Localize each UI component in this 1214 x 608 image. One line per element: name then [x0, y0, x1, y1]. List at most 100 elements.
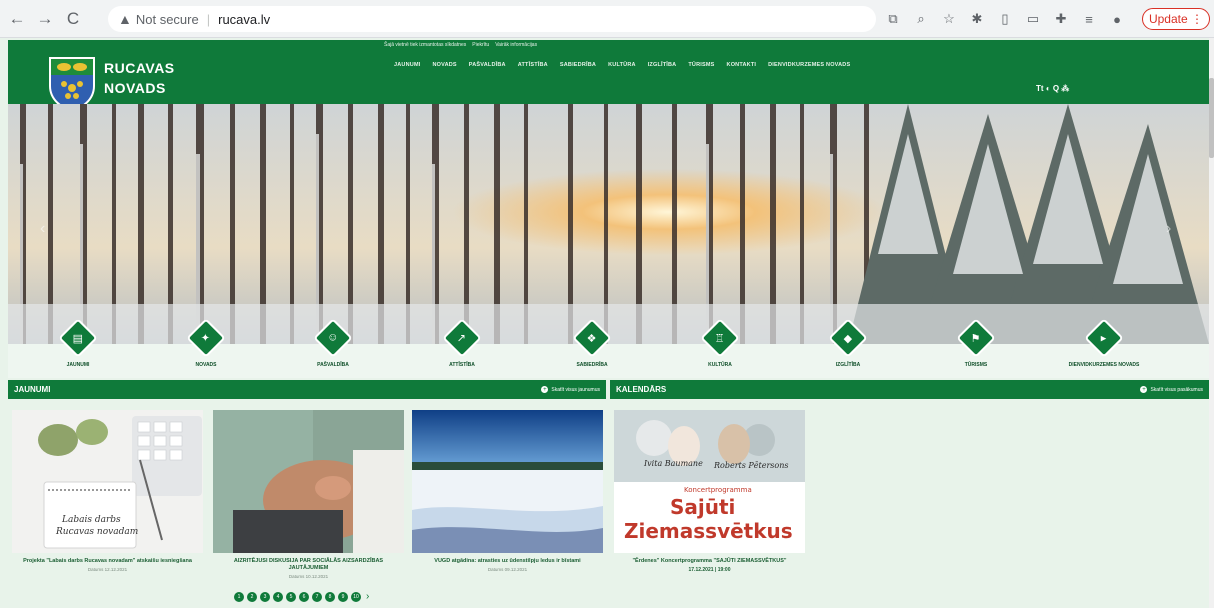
- poster-big-line1: Sajūti: [670, 495, 735, 519]
- news-card-image: Labais darbs Rucavas novadam: [12, 410, 203, 553]
- nav-item[interactable]: TŪRISMS: [688, 62, 714, 68]
- back-arrow-icon[interactable]: ←: [6, 8, 28, 30]
- scrollbar-thumb[interactable]: [1209, 78, 1214, 158]
- page-dot[interactable]: 9: [338, 591, 348, 602]
- map-icon: ✦: [186, 318, 226, 358]
- category-label: NOVADS: [195, 362, 217, 368]
- site-header: Šajā vietnē tiek izmantotas sīkdatnes Pi…: [8, 40, 1209, 112]
- lighthouse-icon: ⚑: [956, 318, 996, 358]
- accessibility-tools[interactable]: Tt ◐ Q ⁂: [1036, 84, 1069, 93]
- nav-item[interactable]: DIENVIDKURZEMES NOVADS: [768, 62, 850, 68]
- update-button[interactable]: Update ⋮: [1142, 8, 1210, 30]
- people-icon: ☺: [313, 318, 353, 358]
- page-dot[interactable]: 5: [286, 591, 296, 602]
- omnibox-divider: |: [206, 11, 211, 27]
- news-see-all-link[interactable]: + Skatīt visus jaunumus: [541, 386, 600, 393]
- growth-icon: ↗: [442, 318, 482, 358]
- reader-icon[interactable]: ▯: [996, 8, 1014, 30]
- nav-item[interactable]: ATTĪSTĪBA: [518, 62, 548, 68]
- calendar-card-date: 17.12.2021 | 19:00: [688, 567, 731, 573]
- forward-arrow-icon[interactable]: →: [34, 8, 56, 30]
- nav-item[interactable]: PAŠVALDĪBA: [469, 62, 506, 68]
- page-dot[interactable]: 7: [312, 591, 322, 602]
- lantern-icon: ♖: [700, 318, 740, 358]
- page-dot[interactable]: 3: [260, 591, 270, 602]
- news-card-title: AIZRITĒJUSI DISKUSIJA PAR SOCIĀLĀS AIZSA…: [233, 558, 384, 571]
- hero-slideshow[interactable]: ‹ ›: [8, 104, 1209, 344]
- puzzle-icon[interactable]: ✚: [1052, 8, 1070, 30]
- news-card[interactable]: AIZRITĒJUSI DISKUSIJA PAR SOCIĀLĀS AIZSA…: [213, 410, 404, 579]
- page-scrollbar[interactable]: [1209, 38, 1214, 608]
- calendar-see-all-link[interactable]: + Skatīt visus pasākumus: [1140, 386, 1203, 393]
- news-card-title: Projekta "Labais darbs Rucavas novadam" …: [23, 558, 192, 564]
- cookie-accept-link[interactable]: Piekrītu: [472, 42, 489, 48]
- graduation-cap-icon: ◆: [828, 318, 868, 358]
- poster-subtitle: Koncertprogramma: [684, 486, 752, 494]
- news-card-image: [412, 410, 603, 553]
- site-brand[interactable]: RUCAVAS NOVADS: [104, 58, 175, 98]
- category-pasvaldiba[interactable]: ☺ PAŠVALDĪBA: [293, 318, 373, 368]
- calendar-card[interactable]: Ivita Baumane Roberts Pētersons Koncertp…: [614, 410, 805, 573]
- address-bar[interactable]: ▲ Not secure | rucava.lv: [108, 6, 876, 32]
- url-text: rucava.lv: [218, 11, 271, 27]
- nav-item[interactable]: KONTAKTI: [727, 62, 757, 68]
- cookie-notice: Šajā vietnē tiek izmantotas sīkdatnes Pi…: [384, 42, 537, 48]
- news-section-header: JAUNUMI + Skatīt visus jaunumus: [8, 380, 606, 399]
- page-dot[interactable]: 6: [299, 591, 309, 602]
- main-navigation: JAUNUMI NOVADS PAŠVALDĪBA ATTĪSTĪBA SABI…: [394, 62, 850, 68]
- brand-line1: RUCAVAS: [104, 60, 175, 76]
- nav-item[interactable]: KULTŪRA: [608, 62, 636, 68]
- zoom-icon[interactable]: ⌕: [912, 8, 930, 30]
- news-card[interactable]: Labais darbs Rucavas novadam Projekta "L…: [12, 410, 203, 572]
- poster-big-line2: Ziemassvētkus: [624, 519, 793, 543]
- category-kultura[interactable]: ♖ KULTŪRA: [680, 318, 760, 368]
- update-label: Update: [1148, 12, 1188, 26]
- brand-line2: NOVADS: [104, 80, 166, 96]
- extension-icons: ⧉ ⌕ ☆ ✱ ▯ ▭ ✚ ≡ ●: [884, 8, 1126, 30]
- category-label: TŪRISMS: [964, 362, 988, 368]
- category-jaunumi[interactable]: ▤ JAUNUMI: [38, 318, 118, 368]
- extension-icon[interactable]: ✱: [968, 8, 986, 30]
- cookie-more-link[interactable]: Vairāk informācijas: [495, 42, 537, 48]
- warning-icon: ▲: [118, 11, 132, 27]
- translate-icon[interactable]: ⧉: [884, 8, 902, 30]
- category-label: ATTĪSTĪBA: [449, 362, 475, 368]
- news-pagination: 1 2 3 4 5 6 7 8 9 10 ›: [234, 591, 369, 602]
- cast-icon[interactable]: ▭: [1024, 8, 1042, 30]
- nav-item[interactable]: JAUNUMI: [394, 62, 420, 68]
- calendar-section-header: KALENDĀRS + Skatīt visus pasākumus: [610, 380, 1209, 399]
- page-dot[interactable]: 2: [247, 591, 257, 602]
- cookie-text: Šajā vietnē tiek izmantotas sīkdatnes: [384, 42, 467, 48]
- avatar[interactable]: ●: [1108, 8, 1126, 30]
- flag-icon: ▸: [1084, 318, 1124, 358]
- category-label: SABIEDRĪBA: [576, 362, 608, 368]
- newspaper-icon: ▤: [58, 318, 98, 358]
- page-dot[interactable]: 8: [325, 591, 335, 602]
- nav-item[interactable]: NOVADS: [432, 62, 456, 68]
- svg-text:Rucavas novadam: Rucavas novadam: [55, 527, 138, 537]
- slider-next-icon[interactable]: ›: [1166, 220, 1171, 238]
- media-icon[interactable]: ≡: [1080, 8, 1098, 30]
- category-turisms[interactable]: ⚑ TŪRISMS: [936, 318, 1016, 368]
- bookmark-star-icon[interactable]: ☆: [940, 8, 958, 30]
- category-attistiba[interactable]: ↗ ATTĪSTĪBA: [422, 318, 502, 368]
- news-card-date: Datums 12.12.2021: [87, 567, 128, 572]
- community-icon: ❖: [572, 318, 612, 358]
- slider-prev-icon[interactable]: ‹: [40, 220, 45, 238]
- news-card[interactable]: VUGD atgādina: atrasties uz ūdenstilpju …: [412, 410, 603, 572]
- calendar-poster: Ivita Baumane Roberts Pētersons Koncertp…: [614, 410, 805, 553]
- page-dot[interactable]: 10: [351, 591, 361, 602]
- pager-next-icon[interactable]: ›: [366, 591, 369, 602]
- page-dot[interactable]: 1: [234, 591, 244, 602]
- nav-item[interactable]: SABIEDRĪBA: [560, 62, 596, 68]
- category-label: KULTŪRA: [708, 362, 732, 368]
- category-dienvidkurzemes[interactable]: ▸ DIENVIDKURZEMES NOVADS: [1064, 318, 1144, 368]
- plus-icon: +: [541, 386, 549, 393]
- category-izglitiba[interactable]: ◆ IZGLĪTĪBA: [808, 318, 888, 368]
- reload-icon[interactable]: C: [62, 8, 84, 30]
- category-sabiedriba[interactable]: ❖ SABIEDRĪBA: [552, 318, 632, 368]
- browser-toolbar: ← → C ▲ Not secure | rucava.lv ⧉ ⌕ ☆ ✱ ▯…: [0, 0, 1214, 38]
- page-dot[interactable]: 4: [273, 591, 283, 602]
- nav-item[interactable]: IZGLĪTĪBA: [648, 62, 677, 68]
- category-novads[interactable]: ✦ NOVADS: [166, 318, 246, 368]
